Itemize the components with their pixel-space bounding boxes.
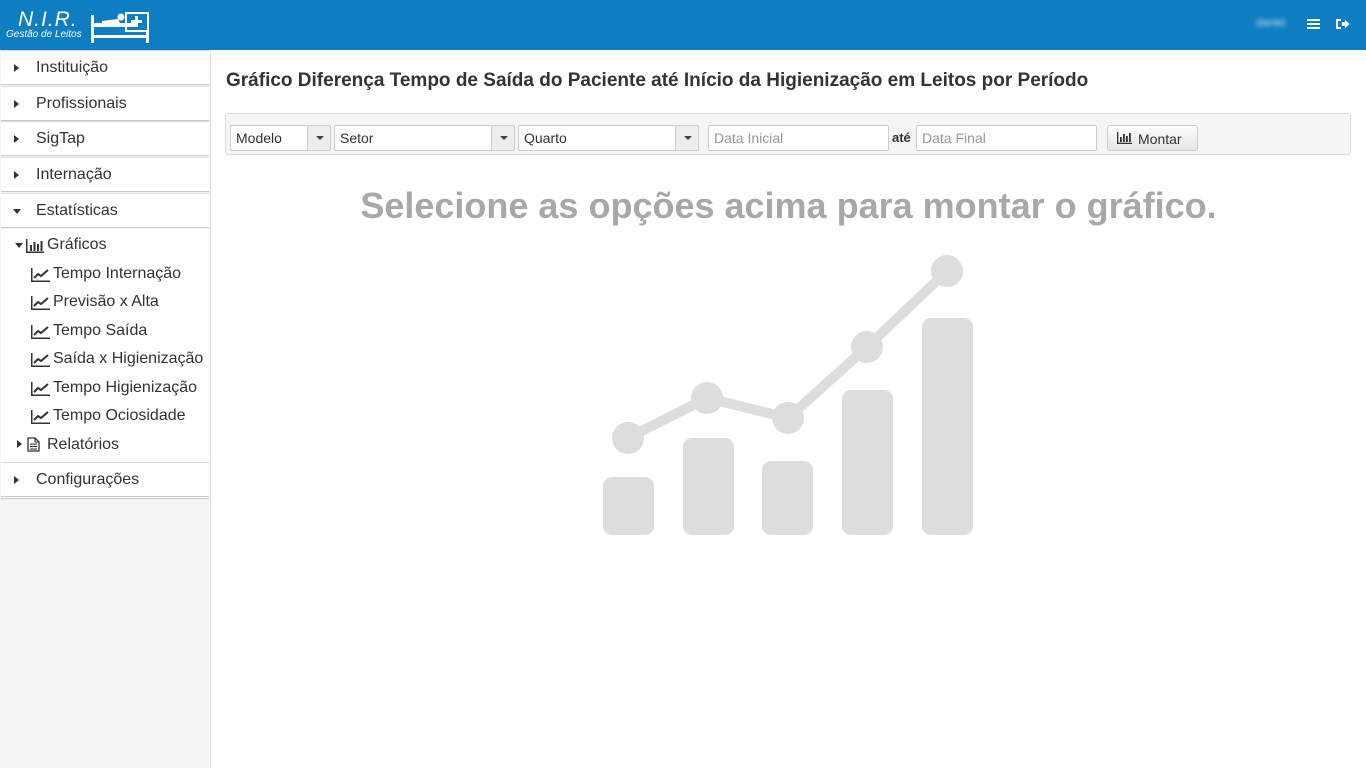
placeholder-bar xyxy=(922,318,973,535)
select-arrow-box xyxy=(307,126,330,150)
sidebar-item-profissionais[interactable]: Profissionais xyxy=(1,86,209,121)
caret-down-icon xyxy=(13,209,21,214)
chevron-down-icon xyxy=(316,136,324,140)
setor-select-value: Setor xyxy=(340,130,374,146)
caret-right-icon xyxy=(14,135,19,143)
app-logo[interactable]: N.I.R. Gestão de Leitos xyxy=(6,4,156,46)
line-chart-icon xyxy=(31,268,50,282)
caret-right-icon xyxy=(14,476,19,484)
submenu-item-label: Tempo Internação xyxy=(53,265,182,282)
sidebar: Instituição Profissionais SigTap Interna… xyxy=(0,50,211,768)
quarto-select-value: Quarto xyxy=(524,130,567,146)
data-inicial-input[interactable] xyxy=(708,125,889,151)
caret-right-icon xyxy=(17,440,22,448)
submenu-item-label: Previsão x Alta xyxy=(53,293,159,310)
caret-right-icon xyxy=(14,171,19,179)
line-chart-icon xyxy=(31,410,50,424)
select-arrow-box xyxy=(675,126,698,150)
chevron-down-icon xyxy=(684,136,692,140)
top-bar: N.I.R. Gestão de Leitos daniel xyxy=(0,0,1366,50)
sidebar-item-label: SigTap xyxy=(36,130,85,147)
chart-placeholder-illustration xyxy=(603,255,973,535)
caret-down-icon xyxy=(15,243,23,248)
bar-chart-icon xyxy=(1117,132,1132,144)
submenu-graficos[interactable]: Gráficos xyxy=(1,233,209,257)
submenu-item-label: Tempo Ociosidade xyxy=(53,407,186,424)
document-icon xyxy=(27,437,40,452)
submenu-tempo-higienizacao[interactable]: Tempo Higienização xyxy=(1,376,209,400)
placeholder-point xyxy=(931,255,963,287)
line-chart-icon xyxy=(31,325,50,339)
submenu-graficos-label: Gráficos xyxy=(47,236,107,253)
submenu-tempo-ociosidade[interactable]: Tempo Ociosidade xyxy=(1,404,209,428)
data-final-input[interactable] xyxy=(916,125,1097,151)
empty-state-message: Selecione as opções acima para montar o … xyxy=(360,185,1217,226)
logo-subtitle: Gestão de Leitos xyxy=(6,29,82,40)
sidebar-item-label: Estatísticas xyxy=(36,202,118,219)
sidebar-item-instituicao[interactable]: Instituição xyxy=(1,50,209,85)
submenu-tempo-saida[interactable]: Tempo Saída xyxy=(1,319,209,343)
line-chart-icon xyxy=(31,382,50,396)
modelo-select-value: Modelo xyxy=(236,130,282,146)
submenu-relatorios-label: Relatórios xyxy=(47,436,120,453)
ate-label: até xyxy=(892,130,911,145)
placeholder-point xyxy=(772,402,804,434)
submenu-saida-x-higienizacao[interactable]: Saída x Higienização xyxy=(1,347,209,371)
hospital-bed-icon xyxy=(91,12,149,43)
line-chart-icon xyxy=(31,296,50,310)
line-chart-icon xyxy=(31,353,50,367)
estatisticas-submenu: Gráficos Tempo Internação Previsão x Alt… xyxy=(1,229,209,499)
sidebar-item-label: Instituição xyxy=(36,59,109,76)
sidebar-item-estatisticas[interactable]: Estatísticas xyxy=(1,193,209,228)
montar-button[interactable]: Montar xyxy=(1107,125,1198,151)
menu-icon[interactable] xyxy=(1305,15,1323,33)
sidebar-item-sigtap[interactable]: SigTap xyxy=(1,121,209,156)
chevron-down-icon xyxy=(500,136,508,140)
placeholder-bar xyxy=(683,438,734,535)
caret-right-icon xyxy=(14,64,19,72)
modelo-select[interactable]: Modelo xyxy=(230,125,331,151)
submenu-item-label: Saída x Higienização xyxy=(53,350,204,367)
setor-select[interactable]: Setor xyxy=(334,125,515,151)
logout-icon[interactable] xyxy=(1334,15,1352,33)
placeholder-bar xyxy=(762,461,813,535)
sidebar-item-label: Internação xyxy=(36,166,112,183)
submenu-tempo-internacao[interactable]: Tempo Internação xyxy=(1,262,209,286)
sidebar-item-label: Profissionais xyxy=(36,95,127,112)
user-name[interactable]: daniel xyxy=(1256,17,1285,29)
sidebar-item-label: Configurações xyxy=(36,471,140,488)
placeholder-bar xyxy=(603,477,654,535)
placeholder-point xyxy=(612,422,644,454)
montar-button-label: Montar xyxy=(1138,131,1182,147)
submenu-previsao-x-alta[interactable]: Previsão x Alta xyxy=(1,290,209,314)
caret-right-icon xyxy=(14,100,19,108)
select-arrow-box xyxy=(491,126,514,150)
submenu-relatorios[interactable]: Relatórios xyxy=(1,433,209,457)
quarto-select[interactable]: Quarto xyxy=(518,125,699,151)
submenu-item-label: Tempo Higienização xyxy=(53,379,198,396)
placeholder-point xyxy=(691,382,723,414)
page-title: Gráfico Diferença Tempo de Saída do Paci… xyxy=(226,70,1089,91)
submenu-item-label: Tempo Saída xyxy=(53,322,148,339)
sidebar-item-configuracoes[interactable]: Configurações xyxy=(1,462,209,497)
filter-bar: Modelo Setor Quarto até Montar xyxy=(225,113,1351,155)
placeholder-point xyxy=(851,331,883,363)
placeholder-bar xyxy=(842,390,893,535)
sidebar-item-internacao[interactable]: Internação xyxy=(1,157,209,192)
bar-chart-icon xyxy=(26,239,44,253)
